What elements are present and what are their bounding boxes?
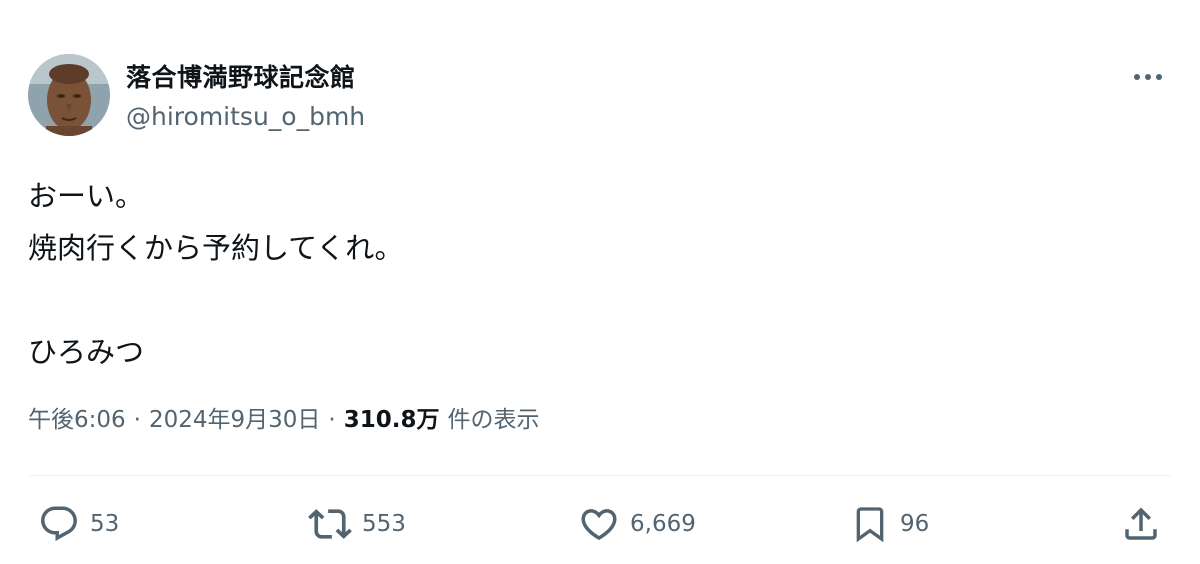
views-label: 件の表示 bbox=[447, 407, 540, 433]
retweet-count: 553 bbox=[362, 511, 406, 537]
tweet-time[interactable]: 午後6:06 bbox=[28, 400, 126, 434]
divider bbox=[28, 475, 1172, 476]
share-button[interactable] bbox=[1120, 502, 1162, 546]
reply-count: 53 bbox=[90, 511, 120, 537]
tweet-text-line: ひろみつ bbox=[28, 335, 145, 369]
more-horizontal-icon bbox=[1134, 74, 1162, 80]
tweet-text-line bbox=[28, 274, 404, 326]
meta-separator: · bbox=[133, 407, 141, 433]
bookmark-count: 96 bbox=[900, 511, 930, 537]
bookmark-button[interactable]: 96 bbox=[850, 502, 929, 546]
share-icon bbox=[1125, 507, 1157, 540]
avatar-image bbox=[28, 54, 110, 136]
more-button[interactable] bbox=[1124, 55, 1172, 99]
meta-separator: · bbox=[328, 407, 336, 433]
retweet-button[interactable]: 553 bbox=[308, 502, 406, 546]
reply-icon bbox=[41, 506, 77, 541]
views-count[interactable]: 310.8万 bbox=[344, 400, 440, 434]
display-name[interactable]: 落合博満野球記念館 bbox=[126, 58, 356, 94]
tweet-text: おーい。 焼肉行くから予約してくれ。 ひろみつ bbox=[28, 170, 404, 378]
tweet-meta: 午後6:06 · 2024年9月30日 · 310.8万 件の表示 bbox=[28, 400, 539, 434]
heart-icon bbox=[581, 509, 617, 541]
like-button[interactable]: 6,669 bbox=[578, 502, 696, 546]
tweet-text-line: おーい。 bbox=[28, 179, 145, 213]
retweet-icon bbox=[308, 509, 352, 539]
reply-button[interactable]: 53 bbox=[38, 502, 119, 546]
user-handle[interactable]: @hiromitsu_o_bmh bbox=[126, 102, 365, 131]
avatar[interactable] bbox=[28, 54, 110, 136]
bookmark-icon bbox=[856, 507, 884, 543]
like-count: 6,669 bbox=[630, 511, 696, 537]
tweet-date[interactable]: 2024年9月30日 bbox=[149, 400, 320, 434]
tweet-text-line: 焼肉行くから予約してくれ。 bbox=[28, 231, 404, 265]
